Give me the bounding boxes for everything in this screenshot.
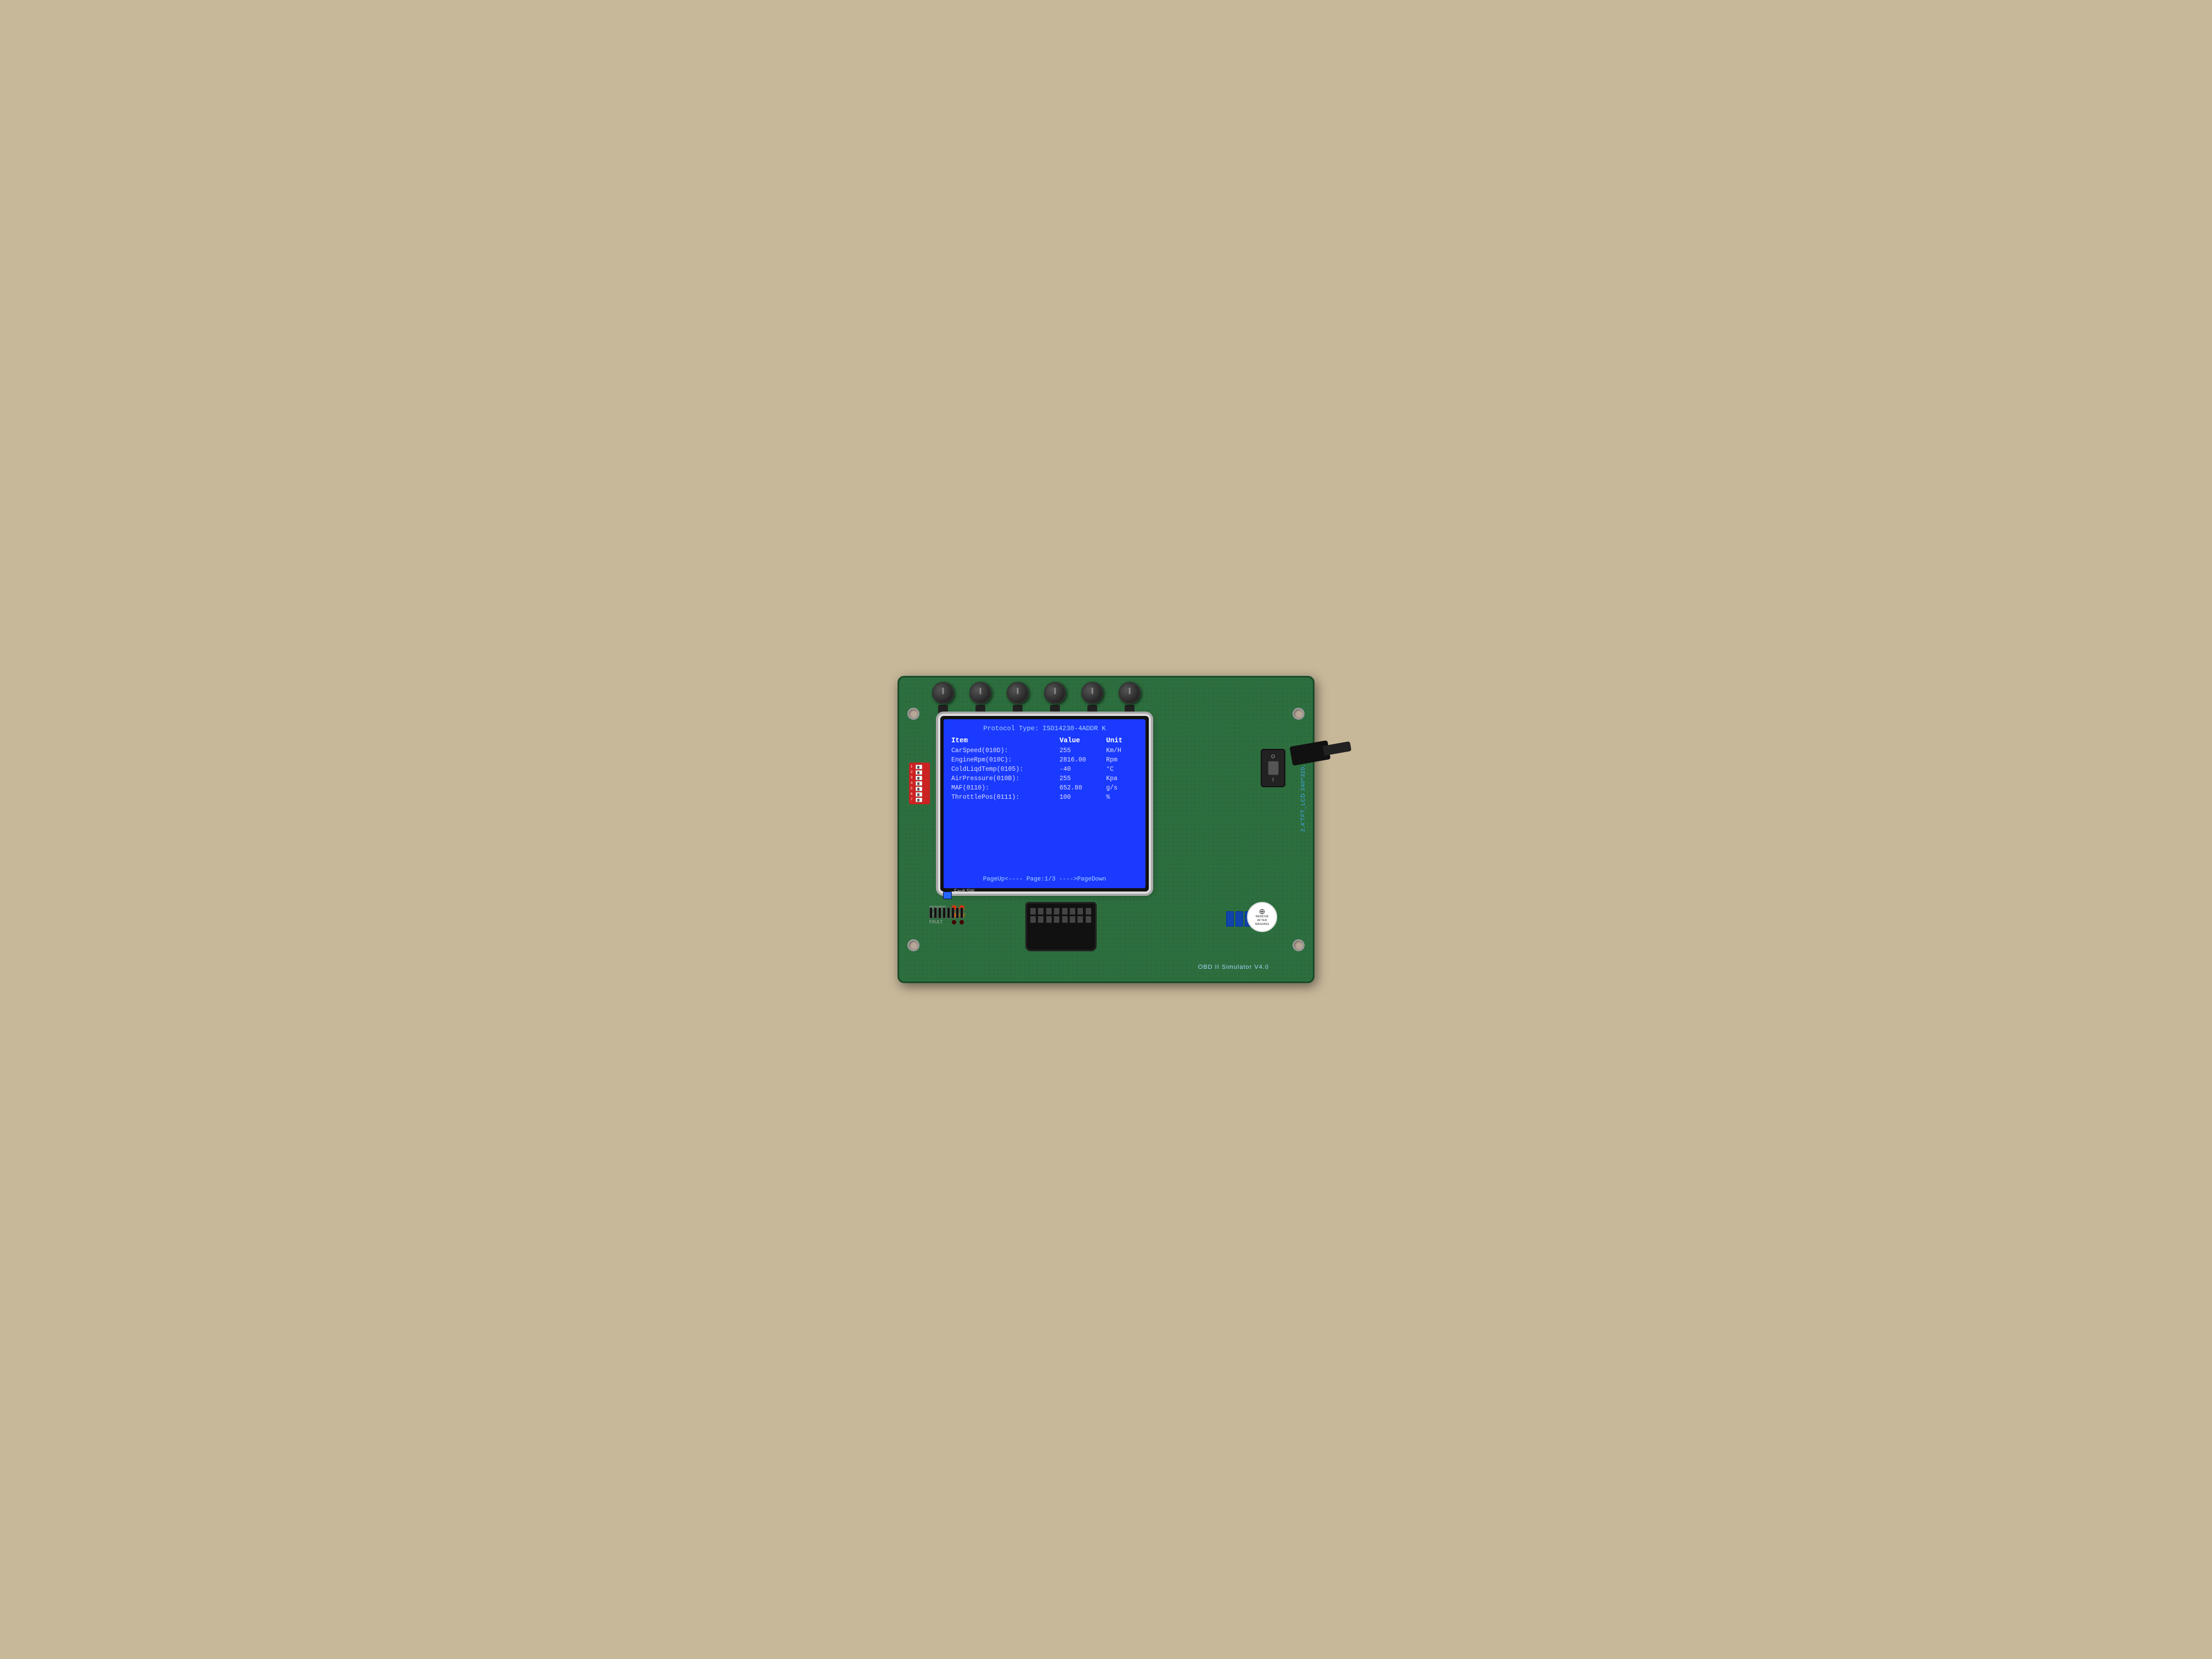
switch-lever	[1268, 761, 1279, 775]
row5-item: ThrottlePos(0111):	[951, 794, 1059, 801]
lcd-footer: PageUp<---- Page:1/3 ---->PageDown	[944, 876, 1146, 883]
header-pin-7	[956, 907, 959, 918]
lcd-container: Protocol Type: ISO14230-4ADDR K Item Val…	[940, 716, 1149, 891]
row4-item: MAF(0110):	[951, 785, 1059, 792]
header-unit: Unit	[1106, 737, 1138, 744]
row0-item: CarSpeed(010D):	[951, 747, 1059, 754]
lcd-row-3: AirPressure(010B): 255 Kpa	[951, 775, 1138, 782]
lcd-row-0: CarSpeed(010D): 255 Km/H	[951, 747, 1138, 754]
sticker-text: REMOVEAFTERWASHING	[1255, 915, 1269, 927]
led-fault-indicator-2	[960, 920, 964, 924]
led-fault-indicator	[952, 920, 956, 924]
lcd-protocol-line: Protocol Type: ISO14230-4ADDR K	[951, 725, 1138, 732]
header-item: Item	[951, 737, 1059, 744]
row1-item: EngineRpm(010C):	[951, 757, 1059, 764]
row2-unit: °C	[1106, 766, 1138, 773]
header-value: Value	[1059, 737, 1106, 744]
row5-unit: %	[1106, 794, 1138, 801]
header-pin-2	[934, 907, 937, 918]
header-pin-6	[951, 907, 955, 918]
lcd-screen: Protocol Type: ISO14230-4ADDR K Item Val…	[944, 719, 1146, 888]
led-fault-row: FAULT	[929, 919, 964, 924]
terminal-2	[1235, 911, 1243, 927]
mount-hole-tr	[1293, 708, 1305, 720]
knobs-row	[932, 682, 1258, 716]
header-pin-3	[938, 907, 941, 918]
row0-unit: Km/H	[1106, 747, 1138, 754]
fault-sw-label: Fault SW	[954, 888, 974, 894]
knob-6[interactable]	[1119, 682, 1141, 716]
row5-value: 100	[1059, 794, 1106, 801]
mount-hole-br	[1293, 939, 1305, 951]
mount-hole-tl	[907, 708, 919, 720]
row2-value: -40	[1059, 766, 1106, 773]
row0-value: 255	[1059, 747, 1106, 754]
header-pin-8	[960, 907, 963, 918]
lcd-row-2: ColdLiqdTemp(0105): -40 °C	[951, 766, 1138, 773]
lcd-header: Item Value Unit	[951, 737, 1138, 744]
row4-unit: g/s	[1106, 785, 1138, 792]
row4-value: 652.80	[1059, 785, 1106, 792]
sticker-plus-icon: ⊕	[1259, 907, 1266, 915]
board-title: OBD II Simulator V4.0	[1198, 964, 1269, 970]
lcd-row-5: ThrottlePos(0111): 100 %	[951, 794, 1138, 801]
knob-5[interactable]	[1081, 682, 1103, 716]
remove-after-washing-sticker: ⊕ REMOVEAFTERWASHING	[1247, 902, 1277, 932]
obd-pins	[1027, 904, 1095, 925]
terminal-1	[1226, 911, 1234, 927]
row1-value: 2816.00	[1059, 757, 1106, 764]
row2-item: ColdLiqdTemp(0105):	[951, 766, 1059, 773]
pcb-board: 1 2 3 4 5 6 7 Protocol Type: ISO14230-4A…	[898, 676, 1314, 983]
lcd-row-4: MAF(0110): 652.80 g/s	[951, 785, 1138, 792]
lcd-row-1: EngineRpm(010C): 2816.00 Rpm	[951, 757, 1138, 764]
mount-hole-bl	[907, 939, 919, 951]
knob-3[interactable]	[1007, 682, 1029, 716]
header-pin-1	[929, 907, 933, 918]
led-fault-label: FAULT	[929, 919, 949, 924]
knob-4[interactable]	[1044, 682, 1066, 716]
header-pin-5	[947, 907, 950, 918]
row3-unit: Kpa	[1106, 775, 1138, 782]
row1-unit: Rpm	[1106, 757, 1138, 764]
header-pins	[929, 907, 963, 918]
obd-connector[interactable]	[1025, 902, 1097, 951]
dip-switch[interactable]: 1 2 3 4 5 6 7	[909, 763, 930, 804]
header-pin-4	[943, 907, 946, 918]
row3-value: 255	[1059, 775, 1106, 782]
scene: 1 2 3 4 5 6 7 Protocol Type: ISO14230-4A…	[881, 659, 1331, 1000]
switch-on-label: I	[1272, 777, 1274, 782]
switch-off-label: O	[1271, 754, 1275, 759]
power-switch[interactable]: O I	[1261, 749, 1285, 787]
cable-connector	[1289, 740, 1330, 766]
knob-1[interactable]	[932, 682, 954, 716]
row3-item: AirPressure(010B):	[951, 775, 1059, 782]
knob-2[interactable]	[969, 682, 991, 716]
blue-jumper[interactable]	[943, 891, 952, 899]
